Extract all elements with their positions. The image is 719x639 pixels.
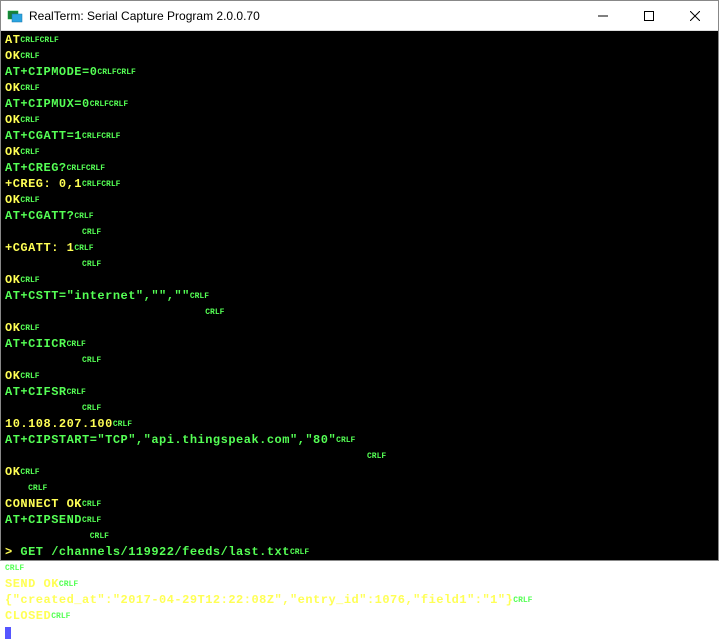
crlf-marker: CRLF [20, 148, 39, 157]
terminal-line: OKCRLF [5, 145, 714, 161]
window-title: RealTerm: Serial Capture Program 2.0.0.7… [29, 9, 580, 23]
terminal-line: OKCRLF [5, 49, 714, 65]
crlf-marker: CRLF [20, 324, 39, 333]
crlf-marker: CRLF [74, 244, 93, 253]
crlf-marker: CRLF [82, 132, 101, 141]
terminal-line: CRLF [5, 481, 714, 497]
terminal-line: ATCRLFCRLF [5, 33, 714, 49]
crlf-marker: CRLF [67, 388, 86, 397]
terminal-line: CRLF [5, 257, 714, 273]
crlf-marker: CRLF [86, 164, 105, 173]
crlf-marker: CRLF [82, 516, 101, 525]
crlf-marker: CRLF [109, 100, 128, 109]
terminal-line: AT+CGATT=1CRLFCRLF [5, 129, 714, 145]
crlf-marker: CRLF [90, 532, 109, 541]
terminal-line: CRLF [5, 561, 714, 577]
app-icon [7, 8, 23, 24]
terminal-line: OKCRLF [5, 465, 714, 481]
crlf-marker: CRLF [513, 596, 532, 605]
terminal-line: CONNECT OKCRLF [5, 497, 714, 513]
cursor [5, 627, 11, 639]
terminal-line: CRLF [5, 529, 714, 545]
terminal-line: OKCRLF [5, 273, 714, 289]
terminal-line: OKCRLF [5, 113, 714, 129]
crlf-marker: CRLF [190, 292, 209, 301]
crlf-marker: CRLF [59, 580, 78, 589]
crlf-marker: CRLF [20, 276, 39, 285]
crlf-marker: CRLF [97, 68, 116, 77]
crlf-marker: CRLF [20, 468, 39, 477]
terminal-line: CRLF [5, 401, 714, 417]
terminal-line: CRLF [5, 225, 714, 241]
terminal-line: OKCRLF [5, 321, 714, 337]
terminal-line: CRLF [5, 353, 714, 369]
terminal-line: AT+CSTT="internet","",""CRLF [5, 289, 714, 305]
terminal-line: OKCRLF [5, 193, 714, 209]
crlf-marker: CRLF [82, 260, 101, 269]
terminal-line: SEND OKCRLF [5, 577, 714, 593]
terminal-line: AT+CREG?CRLFCRLF [5, 161, 714, 177]
crlf-marker: CRLF [20, 372, 39, 381]
crlf-marker: CRLF [51, 612, 70, 621]
terminal-line: OKCRLF [5, 81, 714, 97]
crlf-marker: CRLF [82, 356, 101, 365]
crlf-marker: CRLF [40, 36, 59, 45]
terminal-output[interactable]: ATCRLFCRLFOKCRLFAT+CIPMODE=0CRLFCRLFOKCR… [1, 31, 718, 560]
terminal-line: AT+CIFSRCRLF [5, 385, 714, 401]
crlf-marker: CRLF [113, 420, 132, 429]
terminal-line: CRLF [5, 305, 714, 321]
crlf-marker: CRLF [367, 452, 386, 461]
terminal-line: {"created_at":"2017-04-29T12:22:08Z","en… [5, 593, 714, 609]
crlf-marker: CRLF [74, 212, 93, 221]
crlf-marker: CRLF [20, 52, 39, 61]
minimize-button[interactable] [580, 1, 626, 30]
terminal-line: AT+CIICRCRLF [5, 337, 714, 353]
terminal-line: AT+CIPSENDCRLF [5, 513, 714, 529]
terminal-line: OKCRLF [5, 369, 714, 385]
terminal-line: +CGATT: 1CRLF [5, 241, 714, 257]
crlf-marker: CRLF [290, 548, 309, 557]
crlf-marker: CRLF [205, 308, 224, 317]
crlf-marker: CRLF [82, 228, 101, 237]
terminal-line: +CREG: 0,1CRLFCRLF [5, 177, 714, 193]
maximize-button[interactable] [626, 1, 672, 30]
crlf-marker: CRLF [20, 116, 39, 125]
crlf-marker: CRLF [28, 484, 47, 493]
crlf-marker: CRLF [336, 436, 355, 445]
terminal-line: CRLF [5, 449, 714, 465]
crlf-marker: CRLF [5, 564, 24, 573]
crlf-marker: CRLF [67, 340, 86, 349]
crlf-marker: CRLF [20, 84, 39, 93]
crlf-marker: CRLF [82, 500, 101, 509]
crlf-marker: CRLF [82, 404, 101, 413]
terminal-line: > GET /channels/119922/feeds/last.txtCRL… [5, 545, 714, 561]
terminal-line: AT+CGATT?CRLF [5, 209, 714, 225]
terminal-line: AT+CIPMODE=0CRLFCRLF [5, 65, 714, 81]
window-controls [580, 1, 718, 30]
terminal-line: 10.108.207.100CRLF [5, 417, 714, 433]
crlf-marker: CRLF [101, 180, 120, 189]
crlf-marker: CRLF [67, 164, 86, 173]
crlf-marker: CRLF [20, 196, 39, 205]
crlf-marker: CRLF [90, 100, 109, 109]
crlf-marker: CRLF [117, 68, 136, 77]
close-button[interactable] [672, 1, 718, 30]
terminal-line: AT+CIPSTART="TCP","api.thingspeak.com","… [5, 433, 714, 449]
terminal-line: AT+CIPMUX=0CRLFCRLF [5, 97, 714, 113]
crlf-marker: CRLF [101, 132, 120, 141]
crlf-marker: CRLF [82, 180, 101, 189]
titlebar[interactable]: RealTerm: Serial Capture Program 2.0.0.7… [1, 1, 718, 31]
terminal-line: CLOSEDCRLF [5, 609, 714, 625]
crlf-marker: CRLF [20, 36, 39, 45]
